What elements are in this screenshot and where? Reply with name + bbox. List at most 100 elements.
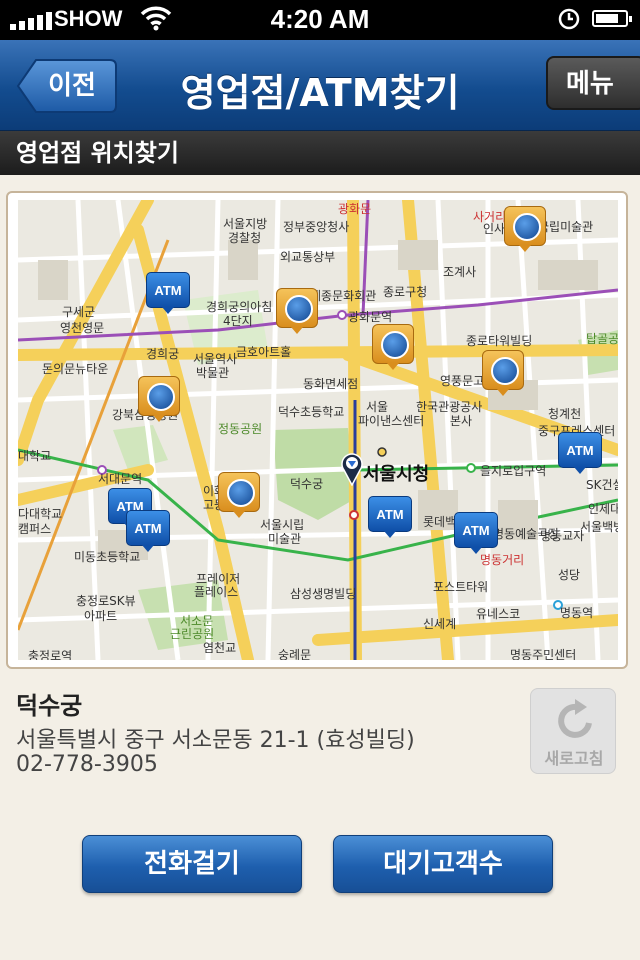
map-label: 미술관: [268, 532, 302, 546]
map-label: 포스트타워: [433, 580, 489, 594]
marker-pointer: [384, 531, 396, 538]
refresh-button[interactable]: 새로고침: [530, 688, 616, 774]
marker-pointer: [470, 547, 482, 554]
atm-marker-label: ATM: [126, 510, 170, 546]
atm-marker[interactable]: ATM: [126, 510, 170, 552]
waiting-customers-button[interactable]: 대기고객수: [333, 835, 553, 893]
back-button[interactable]: 이전: [16, 58, 118, 114]
map-label: 서울백병원: [580, 520, 618, 534]
map-label: SK건설: [586, 478, 618, 492]
map-label: 영천영문: [60, 321, 105, 335]
atm-marker-label: ATM: [146, 272, 190, 308]
bank-branch-marker[interactable]: [482, 350, 524, 396]
map-label: 을지로입구역: [480, 464, 547, 478]
atm-marker[interactable]: ATM: [558, 432, 602, 474]
atm-marker-label: ATM: [368, 496, 412, 532]
branch-name: 덕수궁: [16, 692, 83, 720]
map-label: 플레이스: [194, 585, 239, 599]
map-label: 종로타워빌딩: [466, 334, 533, 348]
map-label: 돈의문뉴타운: [42, 362, 109, 376]
map-label: 덕수궁: [290, 477, 324, 491]
back-button-label: 이전: [48, 71, 96, 101]
marker-pointer: [153, 415, 165, 422]
map-label: 박물관: [196, 366, 230, 380]
map-label: 광화문: [338, 202, 372, 216]
map-label: 명동주민센터: [510, 648, 577, 660]
atm-marker[interactable]: ATM: [454, 512, 498, 554]
bank-branch-marker[interactable]: [138, 376, 180, 422]
map-label: 신세계: [423, 617, 457, 631]
bank-logo-icon: [218, 472, 260, 512]
map-label: 구세군: [62, 305, 96, 319]
map-label: 명동교자: [540, 529, 585, 543]
atm-marker[interactable]: ATM: [146, 272, 190, 314]
subway-station-icon: [377, 447, 387, 457]
bank-logo-icon: [276, 288, 318, 328]
atm-marker-label: ATM: [558, 432, 602, 468]
map-label: 충정로역: [28, 649, 73, 660]
atm-marker[interactable]: ATM: [368, 496, 412, 538]
status-bar: SHOW 4:20 AM: [0, 0, 640, 40]
marker-pointer: [233, 511, 245, 518]
refresh-icon: [558, 699, 592, 738]
map-label: 금호아트홀: [236, 345, 292, 359]
bank-branch-marker[interactable]: [372, 324, 414, 370]
map-label: 대학교: [18, 449, 52, 463]
map-label: 서울시청: [363, 464, 430, 485]
branch-address: 서울특별시 중구 서소문동 21-1 (효성빌딩): [16, 728, 415, 753]
bank-logo-icon: [504, 206, 546, 246]
map-label: 경찰청: [228, 231, 262, 245]
marker-pointer: [142, 545, 154, 552]
map-label: 경희궁: [146, 347, 180, 361]
map-label: 서대문역: [98, 472, 143, 486]
map-label: 조계사: [443, 265, 477, 279]
map-label: 사거리: [473, 210, 507, 224]
map-view[interactable]: 광화문 서울지방 경찰청 정부중앙청사 외교통상부 세종문화회관 광화문역 종로구청 조계사 서울…: [18, 200, 618, 660]
map-label: 파이낸스센터: [358, 414, 425, 428]
marker-pointer: [574, 467, 586, 474]
map-label: 숭례문: [278, 648, 312, 660]
bank-branch-marker[interactable]: [218, 472, 260, 518]
bank-logo-icon: [372, 324, 414, 364]
map-label: 세종문화회관: [310, 289, 377, 303]
subway-station-icon: [349, 510, 359, 520]
map-label: 동화면세점: [303, 377, 359, 391]
marker-pointer: [291, 327, 303, 334]
branch-phone: 02-778-3905: [16, 752, 158, 777]
bank-branch-marker[interactable]: [504, 206, 546, 252]
status-time: 4:20 AM: [270, 4, 370, 34]
map-label: 명동역: [560, 606, 594, 620]
rotation-lock-icon: [558, 8, 580, 30]
navigation-bar: 이전 영업점/ATM찾기 메뉴: [0, 40, 640, 131]
bank-logo-icon: [482, 350, 524, 390]
map-label: 4단지: [223, 314, 253, 328]
refresh-label: 새로고침: [544, 749, 604, 768]
map-label: 아파트: [84, 609, 118, 623]
current-location-pin-icon: [341, 453, 363, 486]
atm-marker-label: ATM: [454, 512, 498, 548]
page-title: 영업점/ATM찾기: [180, 71, 460, 115]
map-label: 정동공원: [218, 422, 263, 436]
map-label: 인제대: [588, 502, 618, 516]
marker-pointer: [162, 307, 174, 314]
subway-station-icon: [466, 463, 476, 473]
bank-branch-marker[interactable]: [276, 288, 318, 334]
marker-pointer: [387, 363, 399, 370]
menu-button[interactable]: 메뉴: [546, 56, 640, 110]
battery-icon: [592, 10, 632, 27]
map-label: 캠퍼스: [18, 522, 52, 536]
map-label: 덕수초등학교: [278, 405, 345, 419]
map-label: 청계천: [548, 407, 582, 421]
map-label: 국립미술관: [538, 220, 594, 234]
subway-station-icon: [337, 310, 347, 320]
map-label: 광화문역: [348, 310, 393, 324]
map-label: 탑골공원: [586, 332, 618, 346]
map-label: 외교통상부: [280, 250, 336, 264]
marker-pointer: [497, 389, 509, 396]
map-label: 영풍문고: [440, 374, 485, 388]
map-label: 정부중앙청사: [283, 220, 350, 234]
section-title: 영업점 위치찾기: [0, 131, 640, 175]
call-button[interactable]: 전화걸기: [82, 835, 302, 893]
map-label: 종로구청: [383, 285, 428, 299]
map-label: 유네스코: [476, 607, 521, 621]
